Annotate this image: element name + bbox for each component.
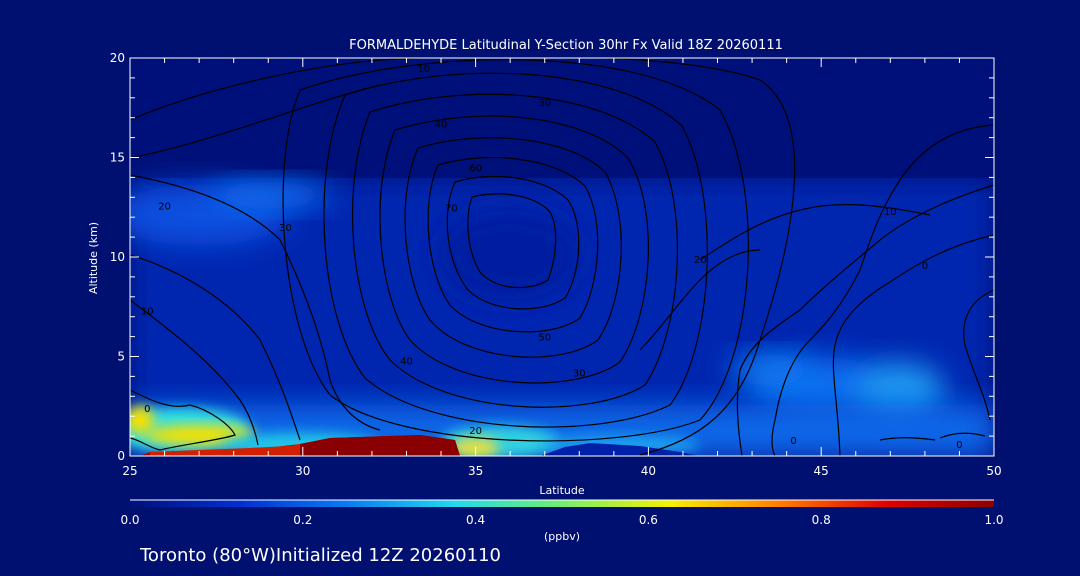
x-tick-label: 50 [986, 464, 1001, 478]
colorbar-tick-label: 0.8 [812, 513, 831, 527]
concentration-field [130, 58, 994, 456]
colorbar-ticks: 0.0 0.2 0.4 0.6 0.8 1.0 [120, 513, 1003, 527]
y-tick-label: 15 [110, 151, 125, 165]
x-tick-label: 25 [122, 464, 137, 478]
colorbar-units-label: (ppbv) [544, 530, 580, 543]
contour-label: 10 [884, 207, 897, 218]
contour-label: 40 [400, 356, 413, 367]
contour-label: 20 [469, 426, 482, 437]
contour-label: 30 [538, 98, 551, 109]
y-tick-label: 0 [117, 449, 125, 463]
contour-label: 20 [694, 255, 707, 266]
colorbar-tick-label: 0.2 [293, 513, 312, 527]
contour-label: 0 [956, 440, 962, 451]
y-tick-label: 20 [110, 51, 125, 65]
contour-label: 10 [417, 64, 430, 75]
contour-label: 10 [141, 307, 154, 318]
x-tick-label: 40 [641, 464, 656, 478]
colorbar-tick-label: 0.6 [639, 513, 658, 527]
colorbar-gradient [130, 500, 994, 507]
plot-area: 10 30 40 60 70 20 30 10 40 50 30 20 0 10 20 0 0 0 [130, 58, 994, 456]
y-tick-label: 5 [117, 350, 125, 364]
y-tick-label: 10 [110, 250, 125, 264]
contour-label: 30 [279, 223, 292, 234]
contour-label: 40 [435, 120, 448, 131]
y-axis-label: Altitude (km) [87, 222, 100, 294]
colorbar: 0.0 0.2 0.4 0.6 0.8 1.0 (ppbv) [120, 499, 1004, 543]
contour-label: 0 [922, 261, 928, 272]
contour-label: 50 [538, 333, 551, 344]
contour-label: 60 [469, 163, 482, 174]
contour-label: 20 [158, 201, 171, 212]
contour-label: 70 [445, 203, 458, 214]
colorbar-tick-label: 0.4 [466, 513, 485, 527]
chart-title: FORMALDEHYDE Latitudinal Y-Section 30hr … [349, 38, 783, 53]
contour-label: 0 [144, 404, 150, 415]
x-tick-label: 30 [295, 464, 310, 478]
x-tick-label: 35 [468, 464, 483, 478]
footer-initialization-text: Toronto (80°W)Initialized 12Z 20260110 [139, 545, 501, 566]
colorbar-tick-label: 1.0 [984, 513, 1003, 527]
colorbar-tick-label: 0.0 [120, 513, 139, 527]
contour-label: 30 [573, 368, 586, 379]
chart-figure: FORMALDEHYDE Latitudinal Y-Section 30hr … [87, 38, 1004, 566]
x-axis-label: Latitude [539, 484, 585, 497]
x-tick-label: 45 [814, 464, 829, 478]
contour-label: 0 [790, 436, 796, 447]
